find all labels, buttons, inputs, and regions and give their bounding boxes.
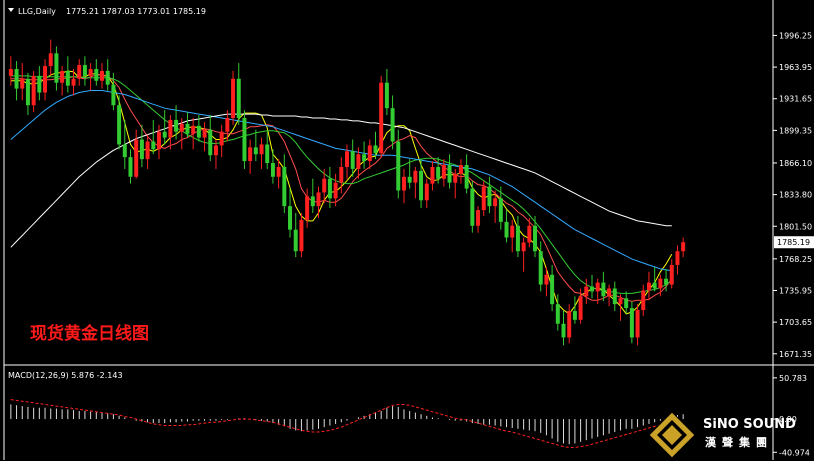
- y-tick-label: 1735.95: [779, 286, 812, 295]
- y-tick-label: 1671.35: [779, 350, 812, 359]
- y-tick-label: 1768.25: [779, 255, 812, 264]
- y-tick-label: 1801.50: [779, 222, 812, 231]
- ohlc-header: 1775.21 1787.03 1773.01 1785.19: [66, 7, 206, 16]
- chart-annotation: 现货黄金日线图: [30, 323, 149, 344]
- candle: [379, 75, 384, 158]
- symbol-header: LLG,Daily: [18, 7, 56, 16]
- y-tick-label: 1899.35: [779, 126, 812, 135]
- y-tick-label: 1866.10: [779, 159, 812, 168]
- y-tick-label: 1931.65: [779, 95, 812, 104]
- last-price-label: 1785.19: [777, 238, 810, 247]
- macd-y-tick-label: 50.783: [779, 374, 807, 383]
- chart-background: [0, 0, 814, 461]
- candle: [231, 70, 236, 125]
- macd-y-tick-label: -40.974: [779, 448, 810, 457]
- y-tick-label: 1703.65: [779, 318, 812, 327]
- y-tick-label: 1963.95: [779, 63, 812, 72]
- y-tick-label: 1833.80: [779, 191, 812, 200]
- y-tick-label: 1996.25: [779, 31, 812, 40]
- macd-label: MACD(12,26,9) 5.876 -2.143: [8, 371, 123, 380]
- logo-subtitle: 漢聲集團: [705, 435, 773, 449]
- chart-canvas: 1996.25 1963.95 1931.65 1899.35 1866.10 1833.…: [0, 0, 814, 461]
- logo-name: SiNO SOUND: [703, 417, 796, 432]
- candle: [242, 110, 247, 169]
